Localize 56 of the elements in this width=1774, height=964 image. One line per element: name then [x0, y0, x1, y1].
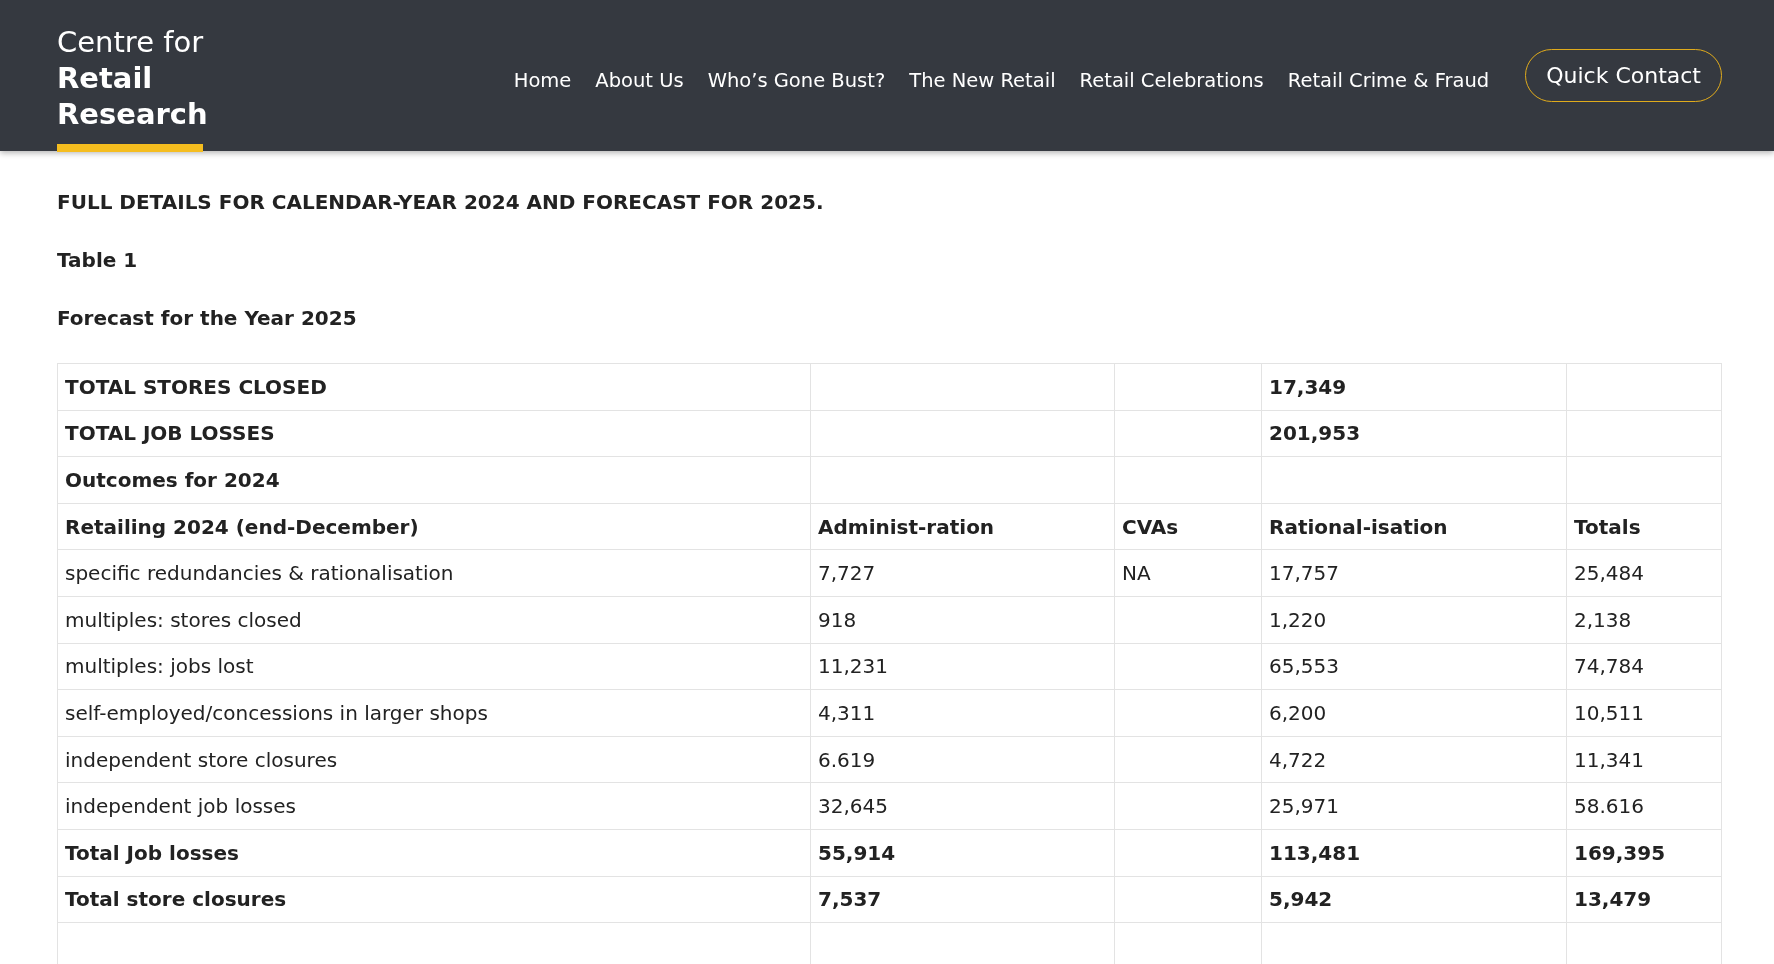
table-cell: 32,645 [810, 782, 1115, 830]
table-cell: independent job losses [57, 782, 811, 830]
logo-text: Centre for [57, 23, 205, 60]
table-cell: 6,200 [1261, 689, 1567, 737]
table-cell: NA [1114, 549, 1262, 597]
table-cell: TOTAL STORES CLOSED [57, 363, 811, 411]
table-cell: TOTAL JOB LOSSES [57, 410, 811, 457]
logo-text: Retail [57, 59, 154, 96]
table-cell: 4,311 [810, 689, 1115, 737]
table-cell: self-employed/concessions in larger shops [57, 689, 811, 737]
table-cell: 169,395 [1566, 829, 1722, 877]
table-cell: 4,722 [1261, 736, 1567, 783]
table-cell: 113,481 [1261, 829, 1567, 877]
table-cell: 10,511 [1566, 689, 1722, 737]
table-cell: multiples: stores closed [57, 596, 811, 644]
table-cell: 17,757 [1261, 549, 1567, 597]
table-cell: 1,220 [1261, 596, 1567, 644]
table-cell: 13,479 [1566, 876, 1722, 923]
table-cell: multiples: jobs lost [57, 643, 811, 690]
table-cell: 918 [810, 596, 1115, 644]
table-cell: Administ-ration [810, 503, 1115, 550]
table-cell: 58.616 [1566, 782, 1722, 830]
table-cell: 6.619 [810, 736, 1115, 783]
table-cell: 55,914 [810, 829, 1115, 877]
table-cell: Totals [1566, 503, 1722, 550]
section-heading: Table 1 [57, 247, 139, 273]
table-cell: Outcomes for 2024 [57, 456, 811, 504]
nav-link[interactable]: About Us [595, 69, 684, 92]
table-cell: 17,349 [1261, 363, 1567, 411]
table-cell: 7,537 [810, 876, 1115, 923]
table-cell: 11,231 [810, 643, 1115, 690]
nav-link[interactable]: Home [513, 69, 572, 92]
table-cell: independent store closures [57, 736, 811, 783]
logo-text: Research [57, 95, 208, 132]
table-cell: 7,727 [810, 549, 1115, 597]
table-cell: 201,953 [1261, 410, 1567, 457]
nav-link[interactable]: The New Retail [909, 69, 1056, 92]
nav-link[interactable]: Retail Celebrations [1079, 69, 1264, 92]
nav-link[interactable]: Retail Crime & Fraud [1287, 69, 1490, 92]
nav-link[interactable]: Who’s Gone Bust? [707, 69, 886, 92]
table-cell: 25,484 [1566, 549, 1722, 597]
table-cell: 5,942 [1261, 876, 1567, 923]
section-heading: FULL DETAILS FOR CALENDAR-YEAR 2024 AND FORECAST FOR 2025. [57, 189, 825, 215]
table-cell: Retailing 2024 (end-December) [57, 503, 811, 550]
table-cell: 74,784 [1566, 643, 1722, 690]
table-cell: 25,971 [1261, 782, 1567, 830]
section-heading: Forecast for the Year 2025 [57, 305, 358, 331]
table-cell: Rational-isation [1261, 503, 1567, 550]
table-cell: specific redundancies & rationalisation [57, 549, 811, 597]
table-cell: Total store closures [57, 876, 811, 923]
table-cell: 2,138 [1566, 596, 1722, 644]
table-cell: CVAs [1114, 503, 1262, 550]
site-logo[interactable]: Centre for Retail Research [57, 23, 208, 140]
table-cell: 11,341 [1566, 736, 1722, 783]
table-cell: Total Job losses [57, 829, 811, 877]
table-cell: 65,553 [1261, 643, 1567, 690]
